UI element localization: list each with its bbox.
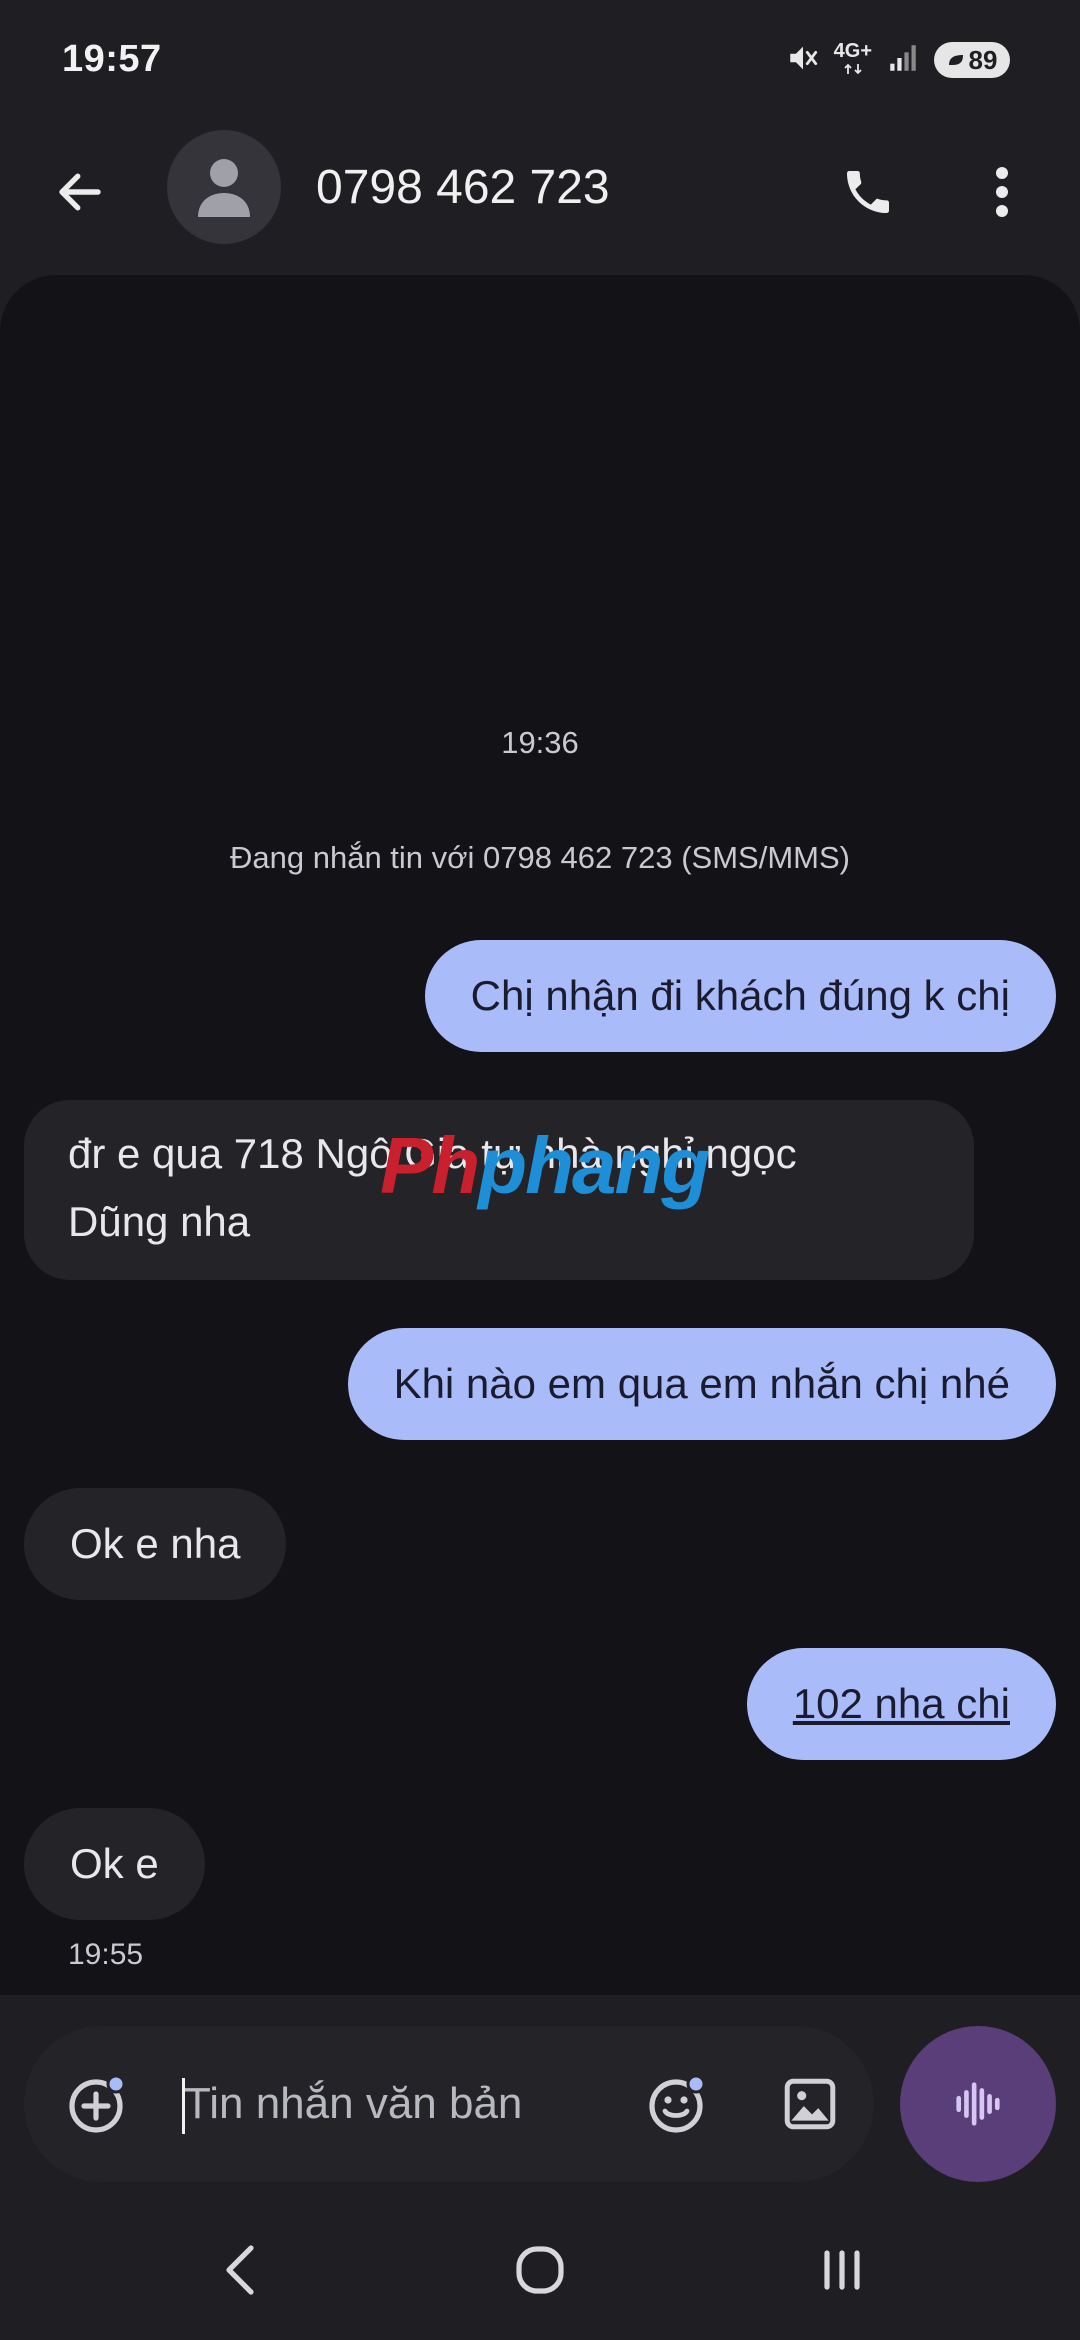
message-bubble-outgoing[interactable]: Khi nào em qua em nhắn chị nhé [347,1328,1056,1440]
nav-back-icon [226,2245,254,2295]
message-input[interactable] [160,2062,654,2146]
battery-level: 89 [968,44,998,75]
emoji-icon [649,2074,706,2133]
conversation-info: Đang nhắn tin với 0798 462 723 (SMS/MMS) [230,840,850,875]
system-navigation-bar [0,2200,1080,2340]
message-bubble-incoming[interactable]: đr e qua 718 Ngô Gia tự nhà nghỉ ngọc Dũ… [24,1100,974,1280]
contact-avatar[interactable] [167,130,281,244]
more-vert-icon [996,167,1008,217]
status-time: 19:57 [62,38,162,80]
message-timestamp: 19:36 [501,725,579,760]
message-bubble-incoming[interactable]: Ok e [24,1808,205,1920]
battery-icon: 89 [934,42,1010,78]
voice-message-button[interactable] [900,2026,1056,2182]
message-bubble-incoming[interactable]: Ok e nha [24,1488,287,1600]
message-link-text[interactable]: 102 nha chi [793,1680,1010,1727]
message-text: Ok e [70,1840,159,1887]
message-text-line: đr e qua 718 Ngô Gia tự nhà nghỉ ngọc [68,1130,797,1177]
message-text-line: Dũng nha [68,1198,251,1245]
message-bubble-outgoing[interactable]: 102 nha chi [746,1648,1056,1760]
message-composer [24,2026,874,2182]
nav-home-button[interactable] [508,2238,572,2302]
image-icon [784,2078,836,2130]
gallery-button[interactable] [772,2066,848,2142]
call-button[interactable] [832,156,904,228]
conversation-header: 0798 462 723 [0,120,1080,270]
emoji-button[interactable] [640,2066,716,2142]
add-icon [69,2074,126,2133]
messages-screen: 19:57 4G+ 89 0798 462 723 19:36 Đang nhắ… [0,0,1080,2340]
nav-recents-button[interactable] [810,2238,874,2302]
signal-icon [886,41,920,80]
back-button[interactable] [48,160,112,224]
voice-waveform-icon [956,2082,1000,2126]
status-icons: 4G+ 89 [786,40,1010,80]
back-arrow-icon [59,173,101,211]
person-icon [198,159,250,217]
mute-icon [786,41,820,80]
message-text: Khi nào em qua em nhắn chị nhé [393,1360,1010,1407]
add-attachment-button[interactable] [60,2066,136,2142]
status-bar: 19:57 4G+ 89 [0,0,1080,120]
nav-home-icon [516,2246,564,2294]
phone-icon [847,171,889,213]
more-options-button[interactable] [968,156,1036,228]
message-text: Chị nhận đi khách đúng k chị [470,972,1010,1019]
message-bubble-outgoing[interactable]: Chị nhận đi khách đúng k chị [424,940,1056,1052]
message-timestamp: 19:55 [68,1938,144,1971]
network-4g-icon: 4G+ [833,40,872,78]
nav-back-button[interactable] [210,2238,270,2302]
contact-name[interactable]: 0798 462 723 [316,160,610,215]
nav-recents-icon [824,2250,860,2290]
message-text: Ok e nha [70,1520,241,1567]
network-label: 4G+ [833,40,872,62]
